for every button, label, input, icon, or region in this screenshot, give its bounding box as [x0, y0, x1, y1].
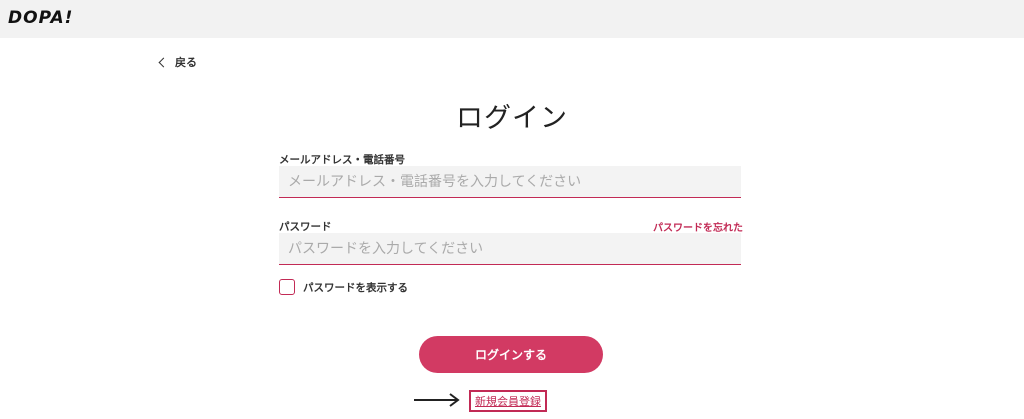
chevron-left-icon — [158, 57, 169, 67]
back-label: 戻る — [175, 56, 197, 69]
password-input[interactable] — [279, 233, 741, 265]
arrow-right-icon — [414, 393, 460, 407]
page-title: ログイン — [456, 103, 568, 134]
login-button[interactable]: ログインする — [419, 336, 603, 373]
forgot-password-link[interactable]: パスワードを忘れた — [653, 219, 743, 234]
back-link[interactable]: 戻る — [157, 54, 197, 70]
show-password-checkbox[interactable] — [279, 279, 295, 295]
show-password-label[interactable]: パスワードを表示する — [303, 280, 408, 295]
dopa-logo[interactable]: DOPA! — [8, 8, 73, 28]
id-field-label: メールアドレス・電話番号 — [279, 154, 405, 166]
register-link[interactable]: 新規会員登録 — [469, 390, 547, 412]
email-phone-input[interactable] — [279, 166, 741, 198]
top-header: DOPA! — [0, 0, 1024, 38]
password-field-label: パスワード — [279, 221, 332, 233]
